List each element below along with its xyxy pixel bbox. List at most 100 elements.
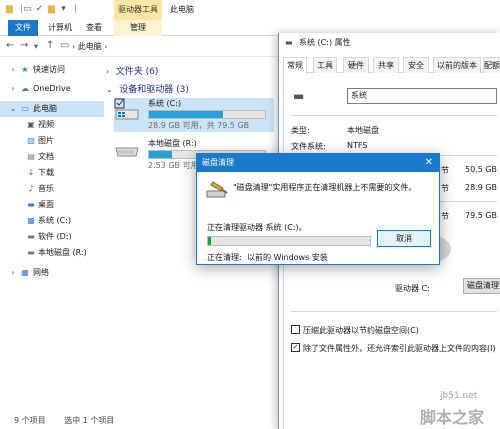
dialog-message: "磁盘清理"实用程序正在清理机器上不需要的文件。	[233, 183, 417, 192]
nav-item-drive-c[interactable]: ▦ 系统 (C:)	[0, 213, 104, 229]
volume-name-input[interactable]: 系统	[347, 88, 497, 104]
drive-icon: ▬	[285, 38, 293, 47]
address-box[interactable]: › 此电脑 ›	[72, 40, 272, 54]
computer-icon: ▭	[60, 40, 70, 51]
properties-quick-icon[interactable]: ▭	[22, 4, 33, 15]
drive-name: 本地磁盘 (R:)	[148, 139, 197, 148]
cleanup-progress-bar	[207, 236, 371, 246]
free-bytes-suffix: 节	[441, 184, 449, 193]
nav-label: 软件 (D:)	[38, 232, 72, 241]
current-task-value: 以前的 Windows 安装	[247, 253, 328, 262]
recent-locations-icon[interactable]: ▾	[34, 42, 38, 51]
nav-label: 图片	[38, 136, 54, 145]
index-checkbox[interactable]: ✓	[291, 343, 300, 352]
nav-item-documents[interactable]: ▤ 文档	[0, 149, 104, 165]
chevron-down-icon[interactable]: ⌄	[106, 85, 113, 94]
cancel-button[interactable]: 取消	[377, 230, 431, 247]
nav-item-drive-r[interactable]: ▬ 本地磁盘 (R:)	[0, 245, 104, 261]
properties-title: 系统 (C:) 属性	[299, 38, 351, 47]
forward-arrow-icon[interactable]: →	[20, 40, 28, 51]
compress-checkbox[interactable]	[291, 325, 300, 334]
chevron-right-icon[interactable]: ›	[8, 65, 18, 75]
disk-cleanup-dialog: 磁盘清理 ✕ "磁盘清理"实用程序正在清理机器上不需要的文件。 正在清理驱动器 …	[196, 153, 440, 265]
disk-cleanup-icon	[205, 180, 229, 202]
properties-titlebar: ▬ 系统 (C:) 属性	[279, 33, 500, 53]
disk-cleanup-button[interactable]: 磁盘清理	[463, 278, 500, 294]
chevron-right-icon[interactable]: ›	[8, 84, 18, 94]
chevron-right-icon[interactable]: ›	[8, 268, 18, 278]
window-title: 此电脑	[170, 5, 194, 14]
filesystem-label: 文件系统:	[291, 142, 326, 151]
checkmark-doc-icon[interactable]: ✓	[34, 4, 45, 15]
windows-drive-icon: ▦	[27, 216, 35, 225]
quick-access-dropdown-icon[interactable]: ▾	[58, 4, 69, 15]
desktop-icon: ▬	[27, 200, 35, 209]
navigation-pane: › ★ 快速访问 › ☁ OneDrive ⌄ ▭ 此电脑 ▣ 视频 ▨ 图片 …	[0, 58, 104, 400]
chevron-right-icon[interactable]: ›	[106, 67, 109, 76]
nav-label: 桌面	[38, 200, 54, 209]
document-icon: ▤	[27, 152, 35, 161]
type-label: 类型:	[291, 126, 310, 135]
back-arrow-icon[interactable]: ←	[6, 40, 14, 51]
nav-item-music[interactable]: ♪ 音乐	[0, 181, 104, 197]
capacity-bytes-suffix: 节	[441, 212, 449, 221]
group-folders-label: 文件夹 (6)	[115, 67, 159, 77]
nav-item-pictures[interactable]: ▨ 图片	[0, 133, 104, 149]
up-arrow-icon[interactable]: ↑	[46, 40, 54, 51]
properties-tabs: 常规 工具 硬件 共享 安全 以前的版本 配额	[283, 57, 500, 74]
drive-tile-c[interactable]: 系统 (C:) 28.9 GB 可用，共 79.5 GB	[114, 98, 274, 132]
windows-drive-icon	[114, 98, 140, 120]
drive-icon: ▬	[293, 89, 305, 103]
nav-label: 文档	[38, 152, 54, 161]
computer-icon: ▭	[21, 104, 29, 113]
dialog-title: 磁盘清理	[197, 154, 439, 172]
tab-computer[interactable]: 计算机	[44, 20, 76, 36]
new-folder-quick-icon[interactable]: ▆	[46, 4, 57, 15]
compress-label: 压缩此驱动器以节约磁盘空间(C)	[303, 326, 419, 335]
nav-label: OneDrive	[33, 84, 71, 93]
nav-this-pc[interactable]: ⌄ ▭ 此电脑	[0, 101, 104, 117]
index-label: 除了文件属性外，还允许索引此驱动器上文件的内容(I)	[303, 344, 496, 353]
progress-label: 正在清理驱动器 系统 (C:)。	[207, 223, 307, 232]
tab-quota[interactable]: 配额	[483, 57, 500, 73]
explorer-titlebar: ▆ | ▭ ✓ ▆ ▾ | 驱动器工具 此电脑	[0, 0, 500, 20]
filesystem-value: NTFS	[347, 141, 368, 150]
drive-icon	[114, 138, 140, 160]
divider	[291, 311, 497, 312]
group-folders[interactable]: › 文件夹 (6)	[106, 64, 158, 77]
capacity-value: 79.5 GB	[465, 211, 498, 220]
tab-file[interactable]: 文件	[8, 20, 38, 36]
address-breadcrumb[interactable]: 此电脑	[78, 42, 102, 51]
nav-item-desktop[interactable]: ▬ 桌面	[0, 197, 104, 213]
download-icon: ↓	[27, 168, 35, 177]
drive-name: 系统 (C:)	[148, 99, 182, 108]
nav-item-drive-d[interactable]: ▬ 软件 (D:)	[0, 229, 104, 245]
tab-sharing[interactable]: 共享	[373, 57, 399, 73]
used-bytes-suffix: 节	[441, 166, 449, 175]
drive-icon: ▬	[27, 248, 35, 257]
chevron-down-icon[interactable]: ⌄	[8, 104, 18, 114]
close-icon[interactable]: ✕	[425, 154, 433, 172]
tab-tools[interactable]: 工具	[313, 57, 337, 73]
nav-label: 下载	[38, 168, 54, 177]
check-icon: ✓	[292, 343, 299, 351]
tab-previous-versions[interactable]: 以前的版本	[433, 57, 481, 73]
tab-manage[interactable]: 管理	[114, 20, 162, 36]
tab-general[interactable]: 常规	[283, 57, 307, 74]
tab-hardware[interactable]: 硬件	[343, 57, 369, 73]
drive-tools-context-label: 驱动器工具	[114, 0, 162, 20]
nav-network[interactable]: › ▦ 网络	[0, 265, 104, 281]
tab-security[interactable]: 安全	[403, 57, 429, 73]
separator-icon: |	[73, 4, 78, 14]
tab-view[interactable]: 查看	[82, 20, 106, 36]
nav-label: 音乐	[38, 184, 54, 193]
nav-quick-access[interactable]: › ★ 快速访问	[0, 62, 104, 78]
star-icon: ★	[21, 65, 29, 74]
group-devices[interactable]: ⌄ 设备和驱动器 (3)	[106, 82, 189, 95]
nav-label: 本地磁盘 (R:)	[38, 248, 87, 257]
drive-letter-label: 驱动器 C:	[395, 284, 430, 293]
nav-item-downloads[interactable]: ↓ 下载	[0, 165, 104, 181]
nav-item-videos[interactable]: ▣ 视频	[0, 117, 104, 133]
nav-onedrive[interactable]: › ☁ OneDrive	[0, 81, 104, 97]
watermark-url: jb51.net	[440, 391, 478, 401]
